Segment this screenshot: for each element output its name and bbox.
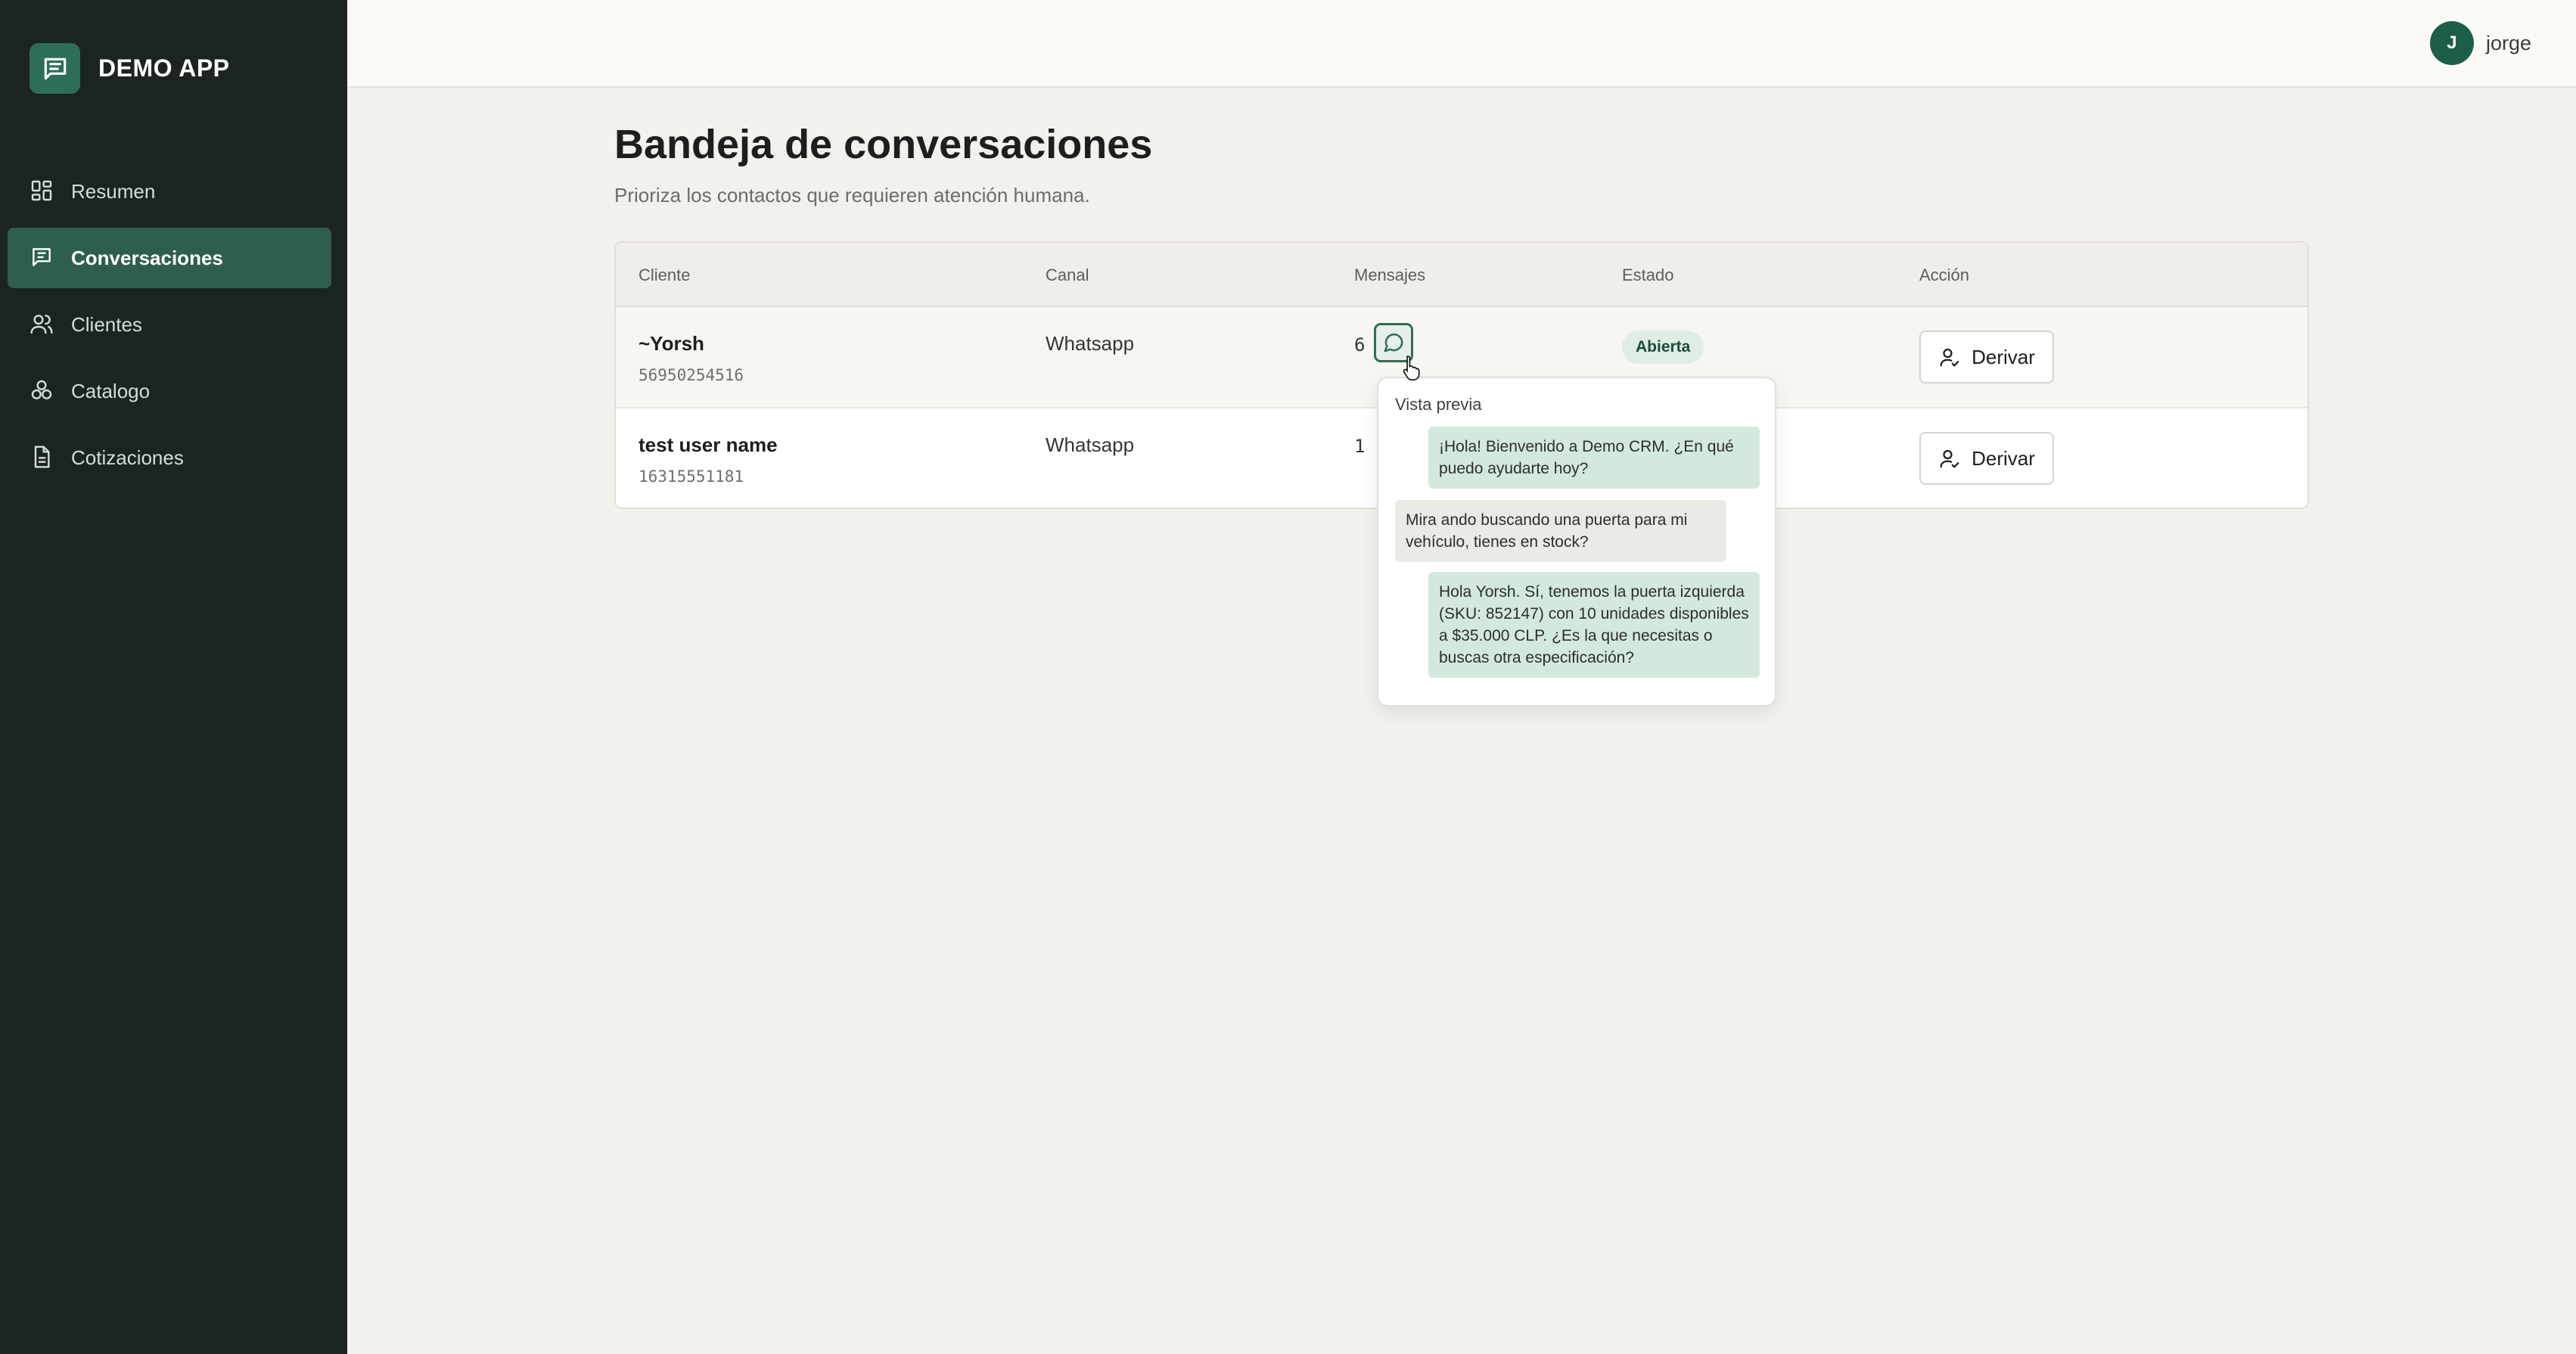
column-header-accion: Acción [1919,266,1970,284]
users-icon [30,312,55,337]
status-badge: Abierta [1622,331,1704,364]
sidebar-item-conversaciones[interactable]: Conversaciones [8,228,331,288]
user-check-icon [1938,447,1961,470]
hand-pointer-cursor-icon [1401,354,1424,385]
table-header: Cliente Canal Mensajes Estado Acción [616,243,2307,307]
sidebar-item-label: Conversaciones [71,246,223,269]
outgoing-message-bubble: ¡Hola! Bienvenido a Demo CRM. ¿En qué pu… [1428,427,1760,489]
derivar-label: Derivar [1972,345,2035,368]
channel-label: Whatsapp [1046,332,1135,355]
page-title: Bandeja de conversaciones [614,122,1153,167]
derivar-label: Derivar [1972,446,2035,470]
app-logo-icon [30,43,80,94]
incoming-message-bubble: Mira ando buscando una puerta para mi ve… [1395,500,1726,562]
avatar[interactable]: J [2429,21,2474,65]
outgoing-message-bubble: Hola Yorsh. Sí, tenemos la puerta izquie… [1428,572,1760,678]
message-count: 1 [1354,436,1366,457]
message-preview-popover: Vista previa ¡Hola! Bienvenido a Demo CR… [1377,377,1776,707]
client-phone: 16315551181 [639,467,744,486]
column-header-canal: Canal [1046,266,1089,284]
derivar-button[interactable]: Derivar [1919,331,2054,384]
page-subtitle: Prioriza los contactos que requieren ate… [614,184,1090,207]
column-header-mensajes: Mensajes [1354,266,1426,284]
sidebar: DEMO APP Resumen Conversaciones Clientes… [0,0,347,1354]
derivar-button[interactable]: Derivar [1919,432,2054,485]
message-count: 6 [1354,334,1366,356]
user-menu[interactable]: J jorge [2429,21,2531,65]
column-header-cliente: Cliente [639,266,691,284]
client-phone: 56950254516 [639,366,744,384]
sidebar-item-label: Clientes [71,312,142,336]
user-name[interactable]: jorge [2486,32,2531,55]
client-name: test user name [639,433,778,456]
brand[interactable]: DEMO APP [30,43,230,94]
boxes-icon [30,378,55,404]
dashboard-grid-icon [30,179,55,204]
sidebar-item-label: Catalogo [71,379,151,402]
top-bar: J jorge [347,0,2576,88]
sidebar-item-label: Cotizaciones [71,446,184,469]
channel-label: Whatsapp [1046,433,1135,456]
sidebar-item-label: Resumen [71,179,156,203]
message-square-icon [30,245,55,271]
sidebar-nav: Resumen Conversaciones Clientes Catalogo… [8,161,331,494]
sidebar-item-catalogo[interactable]: Catalogo [8,361,331,421]
file-text-icon [30,445,55,470]
client-cell: ~Yorsh 56950254516 [639,332,744,384]
app-name: DEMO APP [98,54,230,82]
sidebar-item-resumen[interactable]: Resumen [8,161,331,222]
popover-title: Vista previa [1395,395,1482,414]
sidebar-item-cotizaciones[interactable]: Cotizaciones [8,427,331,488]
column-header-estado: Estado [1622,266,1674,284]
user-check-icon [1938,346,1961,368]
message-circle-icon [1384,333,1403,352]
sidebar-item-clientes[interactable]: Clientes [8,294,331,355]
client-cell: test user name 16315551181 [639,433,778,486]
client-name: ~Yorsh [639,332,704,355]
